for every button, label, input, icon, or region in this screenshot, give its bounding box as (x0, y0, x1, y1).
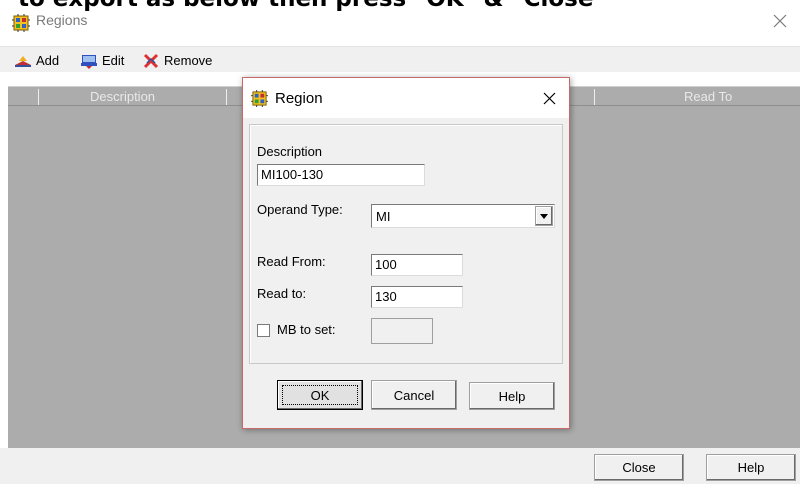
help-button-label: Help (737, 460, 765, 475)
column-header-description[interactable]: Description (90, 89, 155, 104)
region-dialog: Region Description MI100-130 Operand Typ… (242, 77, 570, 429)
column-separator[interactable] (38, 89, 39, 105)
read-from-label: Read From: (257, 254, 326, 269)
close-button-label: Close (622, 460, 656, 475)
cancel-button[interactable]: Cancel (371, 380, 457, 410)
mb-to-set-input (371, 318, 433, 344)
edit-icon (81, 54, 97, 69)
remove-icon (143, 53, 159, 68)
dialog-titlebar: Region (243, 78, 569, 118)
ok-button[interactable]: OK (277, 380, 363, 410)
operand-type-label: Operand Type: (257, 202, 343, 217)
description-input[interactable]: MI100-130 (257, 164, 425, 186)
grid-app-icon (251, 90, 268, 107)
instruction-caption: to export as below then press "OK" & "Cl… (18, 0, 605, 12)
window-title: Regions (36, 12, 88, 28)
read-from-input[interactable]: 100 (371, 254, 463, 276)
remove-button[interactable]: Remove (142, 51, 212, 70)
column-separator[interactable] (226, 89, 227, 105)
operand-type-select[interactable]: MI (371, 204, 555, 228)
close-button[interactable]: Close (594, 454, 684, 481)
mb-to-set-checkbox[interactable] (257, 324, 270, 337)
footer-bar: Close Help (0, 448, 800, 484)
help-button[interactable]: Help (469, 382, 555, 410)
operand-type-value: MI (376, 209, 391, 224)
column-header-read-to[interactable]: Read To (684, 89, 732, 104)
cancel-button-label: Cancel (393, 387, 435, 403)
mb-to-set-label: MB to set: (277, 322, 336, 337)
read-to-input[interactable]: 130 (371, 286, 463, 308)
grid-app-icon (12, 14, 30, 32)
close-icon[interactable] (772, 13, 788, 29)
dialog-help-button-label: Help (498, 388, 526, 404)
read-to-label: Read to: (257, 286, 307, 301)
close-icon[interactable] (542, 91, 557, 106)
add-label: Add (36, 53, 60, 68)
edit-label: Edit (102, 53, 125, 68)
chevron-down-icon[interactable] (535, 206, 553, 226)
toolbar: Add Edit Remove (0, 46, 800, 72)
help-button[interactable]: Help (706, 454, 796, 481)
add-icon (15, 55, 31, 67)
remove-label: Remove (164, 53, 213, 68)
dialog-title: Region (275, 90, 323, 107)
edit-button[interactable]: Edit (80, 51, 124, 70)
description-label: Description (257, 144, 323, 159)
add-button[interactable]: Add (14, 51, 59, 70)
column-separator[interactable] (594, 89, 595, 105)
focus-ring (282, 385, 358, 405)
